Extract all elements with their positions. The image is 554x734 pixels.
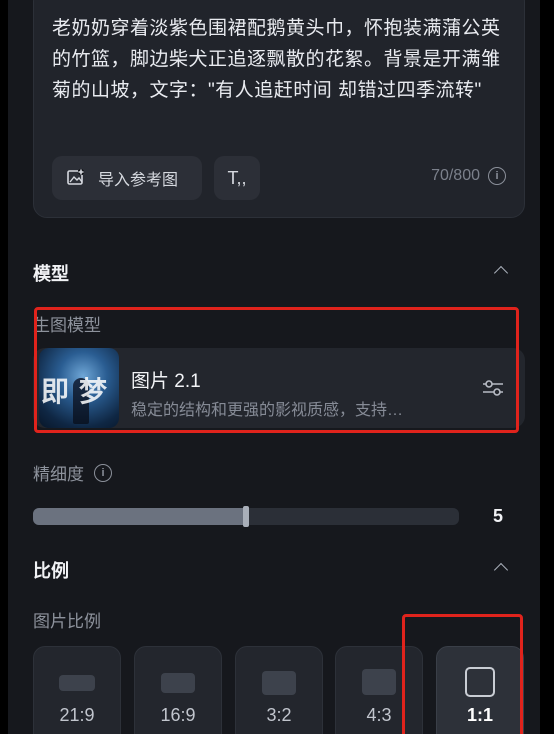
model-selector[interactable]: 即梦 图片 2.1 稳定的结构和更强的影视质感，支持… <box>33 348 525 428</box>
ratio-1-1-icon <box>465 667 495 697</box>
detail-label: 精细度 i <box>33 460 112 485</box>
ratio-option-3-2[interactable]: 3:2 <box>235 646 323 734</box>
model-settings-icon[interactable] <box>479 374 507 402</box>
text-tool-icon: T,, <box>227 167 247 188</box>
model-section-title: 模型 <box>33 264 69 284</box>
ratio-section-title: 比例 <box>33 561 69 581</box>
detail-slider-fill <box>33 508 246 525</box>
thumbnail-text: 即梦 <box>41 376 118 407</box>
ratio-3-2-icon <box>262 671 296 695</box>
import-reference-button[interactable]: 导入参考图 <box>52 156 202 200</box>
image-import-icon <box>67 169 84 185</box>
ratio-16-9-icon <box>161 673 195 693</box>
char-count: 70/800 i <box>431 167 506 185</box>
ratio-option-4-3[interactable]: 4:3 <box>335 646 423 734</box>
model-thumbnail: 即梦 <box>39 348 119 428</box>
detail-info-icon[interactable]: i <box>94 463 112 482</box>
info-icon[interactable]: i <box>488 167 506 185</box>
ratio-option-16-9[interactable]: 16:9 <box>134 646 222 734</box>
image-ratio-label: 图片比例 <box>33 612 101 631</box>
char-count-value: 70/800 <box>431 167 480 184</box>
ratio-label: 4:3 <box>366 705 392 725</box>
ratio-label: 16:9 <box>160 705 196 725</box>
prompt-text[interactable]: 老奶奶穿着淡紫色围裙配鹅黄头巾，怀抱装满蒲公英的竹篮，脚边柴犬正追逐飘散的花絮。… <box>52 13 508 106</box>
image-model-label: 生图模型 <box>33 316 101 335</box>
text-tool-button[interactable]: T,, <box>214 156 260 200</box>
detail-label-text: 精细度 <box>33 465 84 484</box>
ratio-label: 3:2 <box>266 705 292 725</box>
detail-slider-handle[interactable] <box>243 506 249 527</box>
ratio-option-21-9[interactable]: 21:9 <box>33 646 121 734</box>
ratio-label: 21:9 <box>59 705 95 725</box>
model-collapse-chevron-icon[interactable] <box>493 265 509 281</box>
detail-value: 5 <box>493 506 504 526</box>
generation-panel: 老奶奶穿着淡紫色围裙配鹅黄头巾，怀抱装满蒲公英的竹篮，脚边柴犬正追逐飘散的花絮。… <box>8 0 540 734</box>
ratio-label: 1:1 <box>466 705 493 725</box>
ratio-collapse-chevron-icon[interactable] <box>493 562 509 578</box>
ratio-4-3-icon <box>362 669 396 695</box>
import-reference-label: 导入参考图 <box>98 172 179 189</box>
ratio-option-1-1[interactable]: 1:1 <box>436 646 524 734</box>
prompt-card[interactable]: 老奶奶穿着淡紫色围裙配鹅黄头巾，怀抱装满蒲公英的竹篮，脚边柴犬正追逐飘散的花絮。… <box>33 0 525 218</box>
ratio-21-9-icon <box>59 675 95 691</box>
detail-slider[interactable] <box>33 506 459 527</box>
model-name: 图片 2.1 <box>131 371 201 392</box>
model-description: 稳定的结构和更强的影视质感，支持… <box>131 402 404 419</box>
